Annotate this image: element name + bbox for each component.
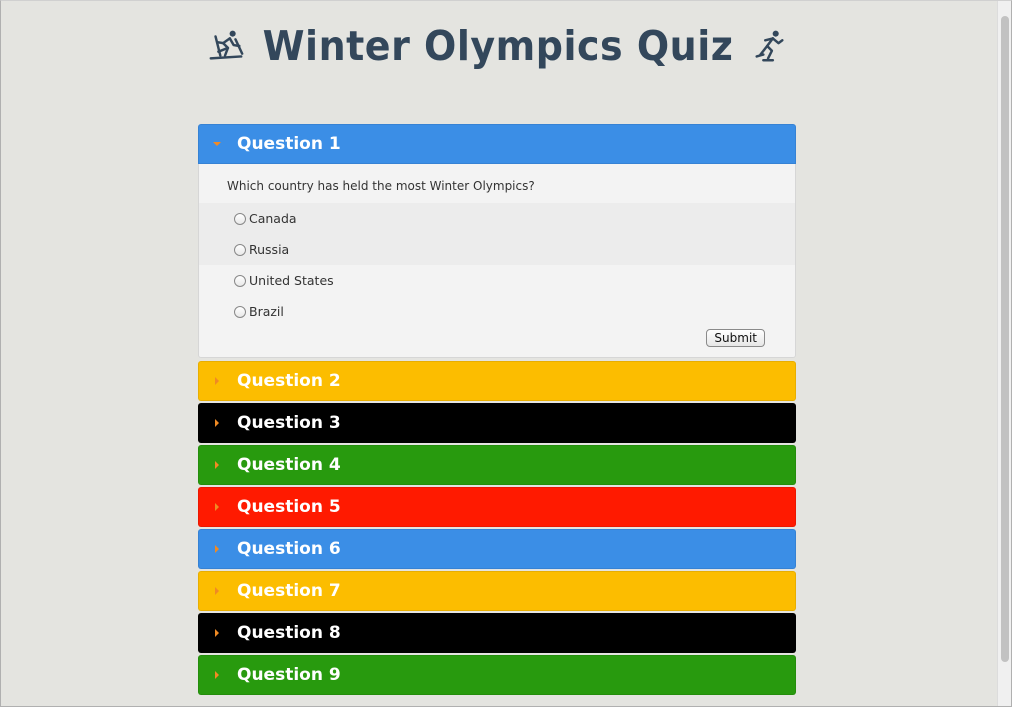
accordion-header-label: Question 3 xyxy=(237,413,341,433)
page-title: Winter Olympics Quiz xyxy=(262,22,734,70)
answer-option-label: Canada xyxy=(249,211,297,226)
accordion-item: Question 9 xyxy=(198,655,796,695)
radio-button[interactable] xyxy=(234,305,246,318)
accordion-item: Question 3 xyxy=(198,403,796,443)
radio-button[interactable] xyxy=(234,212,246,225)
quiz-accordion: Question 1 Which country has held the mos… xyxy=(198,124,796,697)
accordion-header-label: Question 5 xyxy=(237,497,341,517)
answer-option[interactable]: Canada xyxy=(199,203,795,234)
caret-right-icon xyxy=(212,628,222,638)
accordion-header-question-1[interactable]: Question 1 xyxy=(198,124,796,164)
accordion-header-question-6[interactable]: Question 6 xyxy=(198,529,796,569)
accordion-header-label: Question 6 xyxy=(237,539,341,559)
accordion-header-label: Question 8 xyxy=(237,623,341,643)
accordion-item: Question 7 xyxy=(198,571,796,611)
accordion-item: Question 8 xyxy=(198,613,796,653)
answer-option-label: United States xyxy=(249,273,334,288)
accordion-header-question-8[interactable]: Question 8 xyxy=(198,613,796,653)
radio-button[interactable] xyxy=(234,243,246,256)
question-text: Which country has held the most Winter O… xyxy=(227,179,535,193)
caret-right-icon xyxy=(212,544,222,554)
accordion-header-question-9[interactable]: Question 9 xyxy=(198,655,796,695)
accordion-header-question-2[interactable]: Question 2 xyxy=(198,361,796,401)
scrollbar-thumb[interactable] xyxy=(1001,16,1009,662)
submit-button[interactable]: Submit xyxy=(706,329,765,347)
accordion-header-question-3[interactable]: Question 3 xyxy=(198,403,796,443)
accordion-header-label: Question 1 xyxy=(237,134,341,154)
question-panel: Which country has held the most Winter O… xyxy=(198,164,796,358)
answer-option-label: Brazil xyxy=(249,304,284,319)
accordion-header-label: Question 2 xyxy=(237,371,341,391)
caret-right-icon xyxy=(212,376,222,386)
accordion-header-label: Question 7 xyxy=(237,581,341,601)
scrollbar-track[interactable] xyxy=(997,0,1012,707)
caret-right-icon xyxy=(212,460,222,470)
accordion-item: Question 1 Which country has held the mos… xyxy=(198,124,796,358)
skier-icon xyxy=(207,27,245,65)
accordion-item: Question 2 xyxy=(198,361,796,401)
skater-icon xyxy=(751,27,789,65)
accordion-item: Question 5 xyxy=(198,487,796,527)
accordion-header-question-7[interactable]: Question 7 xyxy=(198,571,796,611)
answer-option[interactable]: Russia xyxy=(199,234,795,265)
answer-option[interactable]: Brazil xyxy=(199,296,795,327)
caret-right-icon xyxy=(212,502,222,512)
answer-options: Canada Russia United States Brazil xyxy=(199,203,795,327)
caret-right-icon xyxy=(212,418,222,428)
accordion-header-question-5[interactable]: Question 5 xyxy=(198,487,796,527)
page-header: Winter Olympics Quiz xyxy=(0,14,996,78)
accordion-item: Question 6 xyxy=(198,529,796,569)
accordion-item: Question 4 xyxy=(198,445,796,485)
answer-option[interactable]: United States xyxy=(199,265,795,296)
accordion-header-label: Question 9 xyxy=(237,665,341,685)
accordion-header-question-4[interactable]: Question 4 xyxy=(198,445,796,485)
radio-button[interactable] xyxy=(234,274,246,287)
caret-down-icon xyxy=(212,139,222,149)
caret-right-icon xyxy=(212,670,222,680)
accordion-header-label: Question 4 xyxy=(237,455,341,475)
answer-option-label: Russia xyxy=(249,242,290,257)
caret-right-icon xyxy=(212,586,222,596)
